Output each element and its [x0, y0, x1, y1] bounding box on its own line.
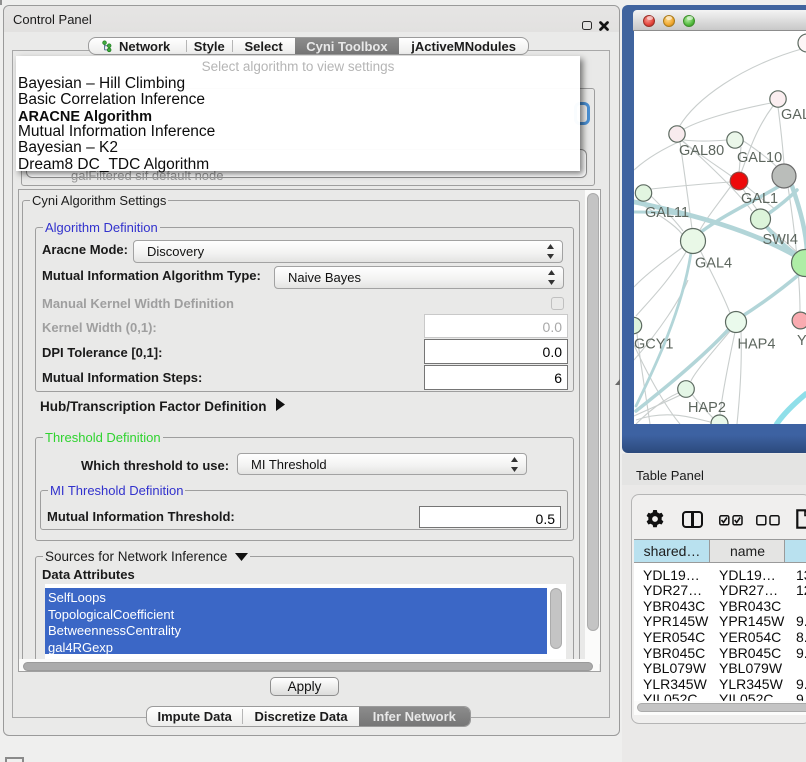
svg-text:HAP2: HAP2	[688, 400, 726, 416]
svg-text:HAP4: HAP4	[738, 337, 776, 353]
svg-text:YJ: YJ	[797, 333, 806, 349]
svg-text:GAL10: GAL10	[737, 150, 782, 166]
svg-text:SWI4: SWI4	[763, 232, 798, 248]
svg-text:GAL4: GAL4	[695, 256, 732, 272]
svg-text:GAL11: GAL11	[645, 205, 689, 221]
svg-text:GCY1: GCY1	[634, 337, 674, 353]
svg-text:GAL1: GAL1	[741, 191, 778, 207]
svg-text:GAL80: GAL80	[679, 143, 724, 159]
svg-text:GAL2: GAL2	[781, 107, 806, 123]
